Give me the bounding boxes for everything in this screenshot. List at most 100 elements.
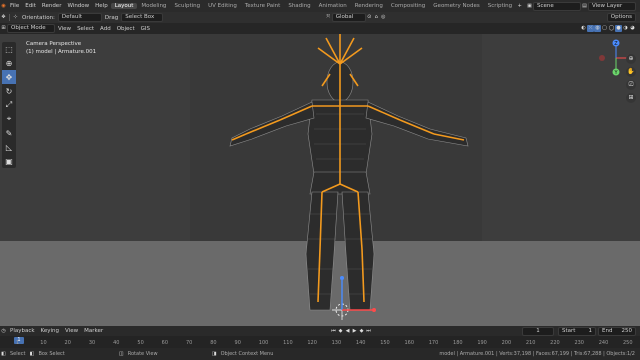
transform-orientation-dropdown[interactable]: Global — [331, 13, 366, 22]
move-tool-icon[interactable]: ✥ — [2, 70, 16, 84]
ruler-tick-label: 10 — [40, 340, 47, 346]
end-label: End — [602, 327, 613, 334]
proportional-edit-icon[interactable]: ◎ — [380, 14, 387, 21]
ruler-tick-label: 80 — [210, 340, 217, 346]
scene-icon[interactable]: ▣ — [526, 3, 533, 10]
timeline-view-menu[interactable]: View — [62, 328, 81, 334]
scene-field[interactable]: Scene — [533, 1, 581, 11]
play-reverse-icon[interactable]: ◀ — [344, 328, 351, 335]
xray-toggle-icon[interactable]: ▢ — [601, 25, 608, 32]
menu-help[interactable]: Help — [92, 3, 111, 9]
tab-scripting[interactable]: Scripting — [484, 3, 516, 9]
menu-window[interactable]: Window — [64, 3, 92, 9]
measure-tool-icon[interactable]: ◺ — [2, 140, 16, 154]
material-shading-icon[interactable]: ◑ — [622, 25, 629, 32]
tab-modeling[interactable]: Modeling — [137, 3, 170, 9]
mouse-left-icon: ◧ — [1, 350, 6, 357]
tab-animation[interactable]: Animation — [315, 3, 351, 9]
options-dropdown[interactable]: Options — [606, 13, 636, 22]
keying-menu[interactable]: Keying — [38, 328, 62, 334]
status-box-select: Box Select — [38, 351, 65, 357]
tab-layout[interactable]: Layout — [110, 3, 138, 9]
tab-rendering[interactable]: Rendering — [351, 3, 387, 9]
ruler-tick-label: 210 — [525, 340, 536, 346]
cursor-tool-icon[interactable]: ⊕ — [2, 56, 16, 70]
wireframe-shading-icon[interactable]: ◯ — [608, 25, 615, 32]
ruler-tick-label: 50 — [137, 340, 144, 346]
ruler-tick-label: 180 — [453, 340, 463, 346]
select-menu[interactable]: Select — [74, 26, 97, 32]
character-right-leg — [341, 191, 375, 311]
playback-menu[interactable]: Playback — [7, 328, 38, 334]
rotate-tool-icon[interactable]: ↻ — [2, 84, 16, 98]
select-tool-icon[interactable]: ⬚ — [2, 42, 16, 56]
tab-geometry-nodes[interactable]: Geometry Nodes — [429, 3, 483, 9]
ruler-tick-label: 20 — [64, 340, 71, 346]
editor-type-icon[interactable]: ⊞ — [0, 25, 7, 32]
drag-label: Drag — [104, 14, 119, 21]
orientation-dropdown[interactable]: Default — [57, 13, 102, 22]
tool-settings-header: ✥ ⊹ Orientation: Default Drag Select Box… — [0, 12, 640, 23]
visibility-icon[interactable]: ◐ — [580, 25, 587, 32]
menu-edit[interactable]: Edit — [22, 3, 39, 9]
tab-shading[interactable]: Shading — [284, 3, 314, 9]
timeline-editor-icon[interactable]: ◷ — [0, 328, 7, 335]
gis-menu[interactable]: GIS — [138, 26, 153, 32]
mode-dropdown[interactable]: Object Mode — [7, 24, 55, 33]
current-frame-field[interactable]: 1 — [522, 326, 554, 336]
marker-menu[interactable]: Marker — [81, 328, 106, 334]
ruler-tick-label: 110 — [283, 340, 293, 346]
snap-icon[interactable]: ⌂ — [373, 14, 380, 21]
3d-viewport[interactable]: Camera Perspective (1) model | Armature.… — [0, 34, 640, 326]
end-frame-field[interactable]: End 250 — [598, 326, 636, 336]
prev-keyframe-icon[interactable]: ◆ — [337, 328, 344, 335]
character-armature-drawing — [229, 34, 469, 320]
view-layer-field[interactable]: View Layer — [588, 1, 636, 11]
transform-tool-icon[interactable]: ✥ — [0, 14, 7, 21]
object-menu[interactable]: Object — [114, 26, 138, 32]
solid-shading-icon[interactable]: ● — [615, 25, 622, 32]
ruler-tick-label: 100 — [258, 340, 269, 346]
ruler-tick-label: 30 — [88, 340, 96, 346]
rendered-shading-icon[interactable]: ◕ — [629, 25, 636, 32]
pivot-icon[interactable]: ⊙ — [366, 14, 373, 21]
ruler-tick-label: 160 — [404, 340, 415, 346]
ruler-tick-label: 130 — [331, 340, 342, 346]
ruler-tick-label: 250 — [623, 340, 633, 346]
add-workspace-icon[interactable]: + — [516, 3, 523, 10]
tab-sculpting[interactable]: Sculpting — [170, 3, 204, 9]
perspective-toggle-icon[interactable]: ⊞ — [626, 93, 636, 103]
zoom-icon[interactable]: ⊕ — [626, 54, 636, 64]
transform-orientation-icon[interactable]: ⤧ — [325, 14, 332, 21]
annotate-tool-icon[interactable]: ✎ — [2, 126, 16, 140]
tab-uv-editing[interactable]: UV Editing — [204, 3, 241, 9]
overlay-toggle-icon[interactable]: ◍ — [594, 25, 601, 32]
tab-texture-paint[interactable]: Texture Paint — [241, 3, 285, 9]
viewport-header: ⊞ Object Mode View Select Add Object GIS… — [0, 23, 640, 34]
ruler-tick-label: 1 — [16, 340, 20, 346]
drag-dropdown[interactable]: Select Box — [121, 13, 164, 22]
tab-compositing[interactable]: Compositing — [387, 3, 429, 9]
jump-start-icon[interactable]: ⏮ — [330, 328, 337, 335]
menu-file[interactable]: File — [7, 3, 22, 9]
jump-end-icon[interactable]: ⏭ — [365, 328, 372, 335]
start-frame-field[interactable]: Start 1 — [558, 326, 596, 336]
transform-tool-icon[interactable]: ⌖ — [2, 112, 16, 126]
blender-logo-icon[interactable]: ◉ — [0, 3, 7, 10]
add-menu[interactable]: Add — [97, 26, 114, 32]
gizmo-toggle-icon[interactable]: ⤫ — [587, 25, 594, 32]
add-cube-tool-icon[interactable]: ▣ — [2, 154, 16, 168]
status-select: Select — [10, 351, 26, 357]
pan-hand-icon[interactable]: ✋ — [626, 67, 636, 77]
timeline-ruler[interactable]: 1 1 10 20 30 40 50 60 70 80 90 100 110 120 130 140 150 1… — [0, 336, 640, 348]
menu-render[interactable]: Render — [39, 3, 65, 9]
character-right-arm — [365, 101, 469, 147]
view-menu[interactable]: View — [55, 26, 74, 32]
scale-tool-icon[interactable]: ⤢ — [2, 98, 16, 112]
play-icon[interactable]: ▶ — [351, 328, 358, 335]
camera-view-icon[interactable]: ⎚ — [626, 80, 636, 90]
z-axis-label: Z — [614, 41, 618, 47]
view-layer-icon[interactable]: ▤ — [581, 3, 588, 10]
top-menu-bar: ◉ File Edit Render Window Help Layout Mo… — [0, 0, 640, 12]
next-keyframe-icon[interactable]: ◆ — [358, 328, 365, 335]
